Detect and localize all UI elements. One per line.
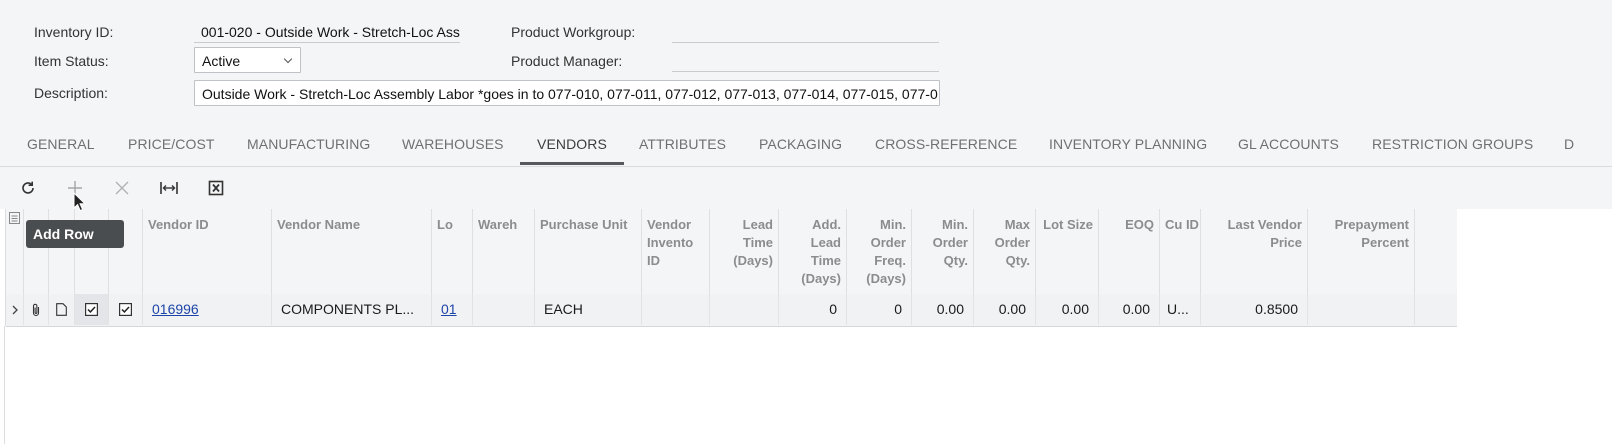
tab-restriction-groups[interactable]: RESTRICTION GROUPS (1372, 120, 1533, 166)
column-settings-icon (9, 212, 20, 224)
table-row[interactable]: 016996 COMPONENTS PL... 01 EACH 0 0 0.00… (6, 294, 1457, 327)
cell-eoq[interactable]: 0.00 (1099, 294, 1160, 325)
tab-attributes[interactable]: ATTRIBUTES (639, 120, 726, 166)
location-link[interactable]: 01 (441, 301, 457, 317)
excel-export-icon (208, 180, 224, 196)
inventory-id-label: Inventory ID: (34, 24, 114, 40)
header-location[interactable]: Lo (432, 209, 473, 294)
cell-max-order-qty[interactable]: 0.00 (974, 294, 1036, 325)
tab-packaging[interactable]: PACKAGING (759, 120, 842, 166)
item-status-label: Item Status: (34, 53, 109, 69)
cell-vendor-name[interactable]: COMPONENTS PL... (272, 294, 432, 325)
row-attachment-button[interactable] (24, 294, 49, 325)
header-min-order-freq[interactable]: Min. Order Freq. (Days) (847, 209, 912, 294)
cell-min-order-freq[interactable]: 0 (847, 294, 912, 325)
grid-toolbar (0, 167, 1612, 209)
item-status-value: Active (202, 53, 241, 69)
note-icon (56, 303, 67, 316)
delete-row-button[interactable] (107, 173, 137, 203)
cell-vendor-id[interactable]: 016996 (143, 294, 272, 325)
product-workgroup-field[interactable] (672, 20, 939, 43)
mouse-cursor-icon (73, 192, 87, 212)
tab-manufacturing[interactable]: MANUFACTURING (247, 120, 370, 166)
checkbox-checked-icon (85, 303, 98, 316)
cell-lead-time[interactable] (710, 294, 779, 325)
row-checkbox-2[interactable] (109, 294, 143, 325)
product-workgroup-label: Product Workgroup: (511, 24, 636, 40)
tab-inventory-planning[interactable]: INVENTORY PLANNING (1049, 120, 1207, 166)
cell-location[interactable]: 01 (432, 294, 473, 325)
vendors-grid: Vendor ID Vendor Name Lo Wareh Purchase … (5, 209, 1457, 327)
cell-add-lead-time[interactable]: 0 (779, 294, 847, 325)
tab-overflow[interactable]: D (1564, 120, 1574, 166)
fit-columns-icon (160, 182, 178, 194)
tab-warehouses[interactable]: WAREHOUSES (402, 120, 504, 166)
header-min-order-qty[interactable]: Min. Order Qty. (912, 209, 974, 294)
description-label: Description: (34, 85, 108, 101)
vendor-id-link[interactable]: 016996 (152, 301, 199, 317)
cell-currency-id[interactable]: U... (1160, 294, 1201, 325)
cell-lot-size[interactable]: 0.00 (1036, 294, 1099, 325)
close-icon (115, 181, 129, 195)
cell-prepayment-percent[interactable] (1308, 294, 1415, 325)
header-prepayment-percent[interactable]: Prepayment Percent (1308, 209, 1415, 294)
header-last-vendor-price[interactable]: Last Vendor Price (1201, 209, 1308, 294)
cell-purchase-unit[interactable]: EACH (535, 294, 642, 325)
add-row-tooltip: Add Row (26, 220, 124, 248)
export-excel-button[interactable] (201, 173, 231, 203)
grid-header: Vendor ID Vendor Name Lo Wareh Purchase … (6, 209, 1457, 295)
tab-vendors[interactable]: VENDORS (520, 120, 624, 166)
header-purchase-unit[interactable]: Purchase Unit (535, 209, 642, 294)
cell-warehouse[interactable] (473, 294, 535, 325)
tab-price-cost[interactable]: PRICE/COST (128, 120, 215, 166)
refresh-icon (22, 181, 34, 194)
row-expand-button[interactable] (6, 294, 24, 325)
grid-left-border (4, 326, 5, 444)
checkbox-checked-icon (119, 303, 132, 316)
fit-columns-button[interactable] (154, 173, 184, 203)
header-lot-size[interactable]: Lot Size (1036, 209, 1099, 294)
header-add-lead-time[interactable]: Add. Lead Time (Days) (779, 209, 847, 294)
description-field[interactable]: Outside Work - Stretch-Loc Assembly Labo… (194, 80, 940, 106)
paperclip-icon (32, 303, 40, 316)
tab-gl-accounts[interactable]: GL ACCOUNTS (1238, 120, 1339, 166)
summary-form: Inventory ID: 001-020 - Outside Work - S… (0, 0, 1612, 120)
refresh-button[interactable] (13, 173, 43, 203)
header-max-order-qty[interactable]: Max Order Qty. (974, 209, 1036, 294)
header-vendor-id[interactable]: Vendor ID (143, 209, 272, 294)
column-settings-button[interactable] (6, 209, 24, 294)
header-eoq[interactable]: EOQ (1099, 209, 1160, 294)
row-note-button[interactable] (49, 294, 75, 325)
product-manager-label: Product Manager: (511, 53, 623, 69)
header-warehouse[interactable]: Wareh (473, 209, 535, 294)
chevron-down-icon (283, 54, 293, 64)
header-vendor-inventory-id[interactable]: Vendor Invento ID (642, 209, 710, 294)
tab-cross-reference[interactable]: CROSS-REFERENCE (875, 120, 1017, 166)
tab-bar: GENERAL PRICE/COST MANUFACTURING WAREHOU… (0, 120, 1612, 167)
header-lead-time[interactable]: Lead Time (Days) (710, 209, 779, 294)
cell-min-order-qty[interactable]: 0.00 (912, 294, 974, 325)
cell-last-vendor-price[interactable]: 0.8500 (1201, 294, 1308, 325)
cell-vendor-inventory-id[interactable] (642, 294, 710, 325)
tab-general[interactable]: GENERAL (27, 120, 95, 166)
header-currency-id[interactable]: Cu ID (1160, 209, 1201, 294)
chevron-right-icon (12, 305, 18, 314)
header-vendor-name[interactable]: Vendor Name (272, 209, 432, 294)
item-status-select[interactable]: Active (194, 47, 301, 73)
product-manager-field[interactable] (672, 49, 939, 72)
row-checkbox-1[interactable] (75, 294, 109, 325)
inventory-id-field[interactable]: 001-020 - Outside Work - Stretch-Loc Ass (194, 20, 460, 43)
